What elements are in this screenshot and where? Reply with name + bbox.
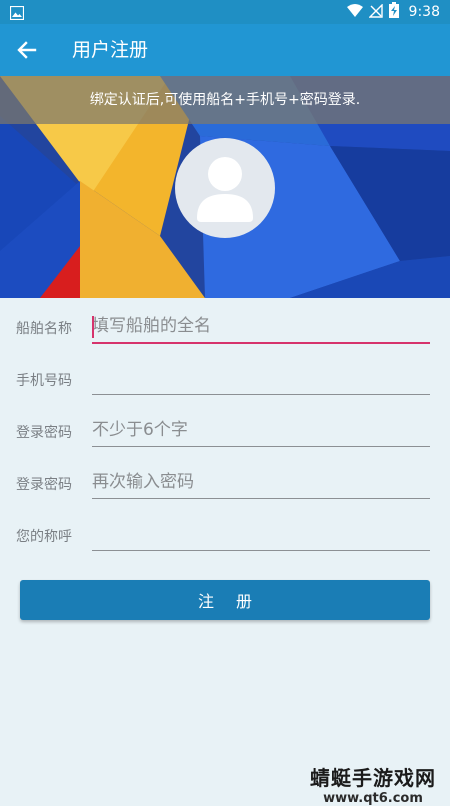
- password-input[interactable]: [92, 414, 430, 447]
- status-bar: 9:38: [0, 0, 450, 24]
- back-arrow-icon[interactable]: [14, 37, 40, 63]
- ship-name-label: 船舶名称: [16, 321, 72, 337]
- watermark: 蜻蜓手游戏网 www.qt6.com: [310, 762, 436, 806]
- text-cursor: [92, 316, 94, 338]
- app-bar: 用户注册: [0, 24, 450, 76]
- phone-row: 手机号码: [0, 356, 450, 408]
- watermark-title: 蜻蜓手游戏网: [310, 766, 436, 790]
- password-label: 登录密码: [16, 425, 72, 441]
- phone-input[interactable]: [92, 362, 430, 395]
- password-row: 登录密码: [0, 408, 450, 460]
- ship-name-row: 船舶名称: [0, 304, 450, 356]
- confirm-password-row: 登录密码: [0, 460, 450, 512]
- nickname-label: 您的称呼: [16, 529, 72, 545]
- register-button[interactable]: 注册: [20, 580, 430, 620]
- page-title: 用户注册: [72, 39, 149, 61]
- ship-name-input[interactable]: [92, 310, 430, 344]
- phone-label: 手机号码: [16, 373, 72, 389]
- nickname-row: 您的称呼: [0, 512, 450, 564]
- wifi-icon: [346, 3, 363, 22]
- battery-charging-icon: [388, 2, 399, 22]
- user-avatar-icon[interactable]: [175, 138, 275, 238]
- nickname-input[interactable]: [92, 518, 430, 551]
- gallery-icon: [9, 5, 25, 24]
- notice-banner: 绑定认证后,可使用船名+手机号+密码登录.: [0, 76, 450, 124]
- confirm-password-label: 登录密码: [16, 477, 72, 493]
- no-signal-icon: [367, 2, 383, 22]
- confirm-password-input[interactable]: [92, 466, 430, 499]
- watermark-url: www.qt6.com: [323, 791, 423, 806]
- status-time: 9:38: [408, 4, 440, 20]
